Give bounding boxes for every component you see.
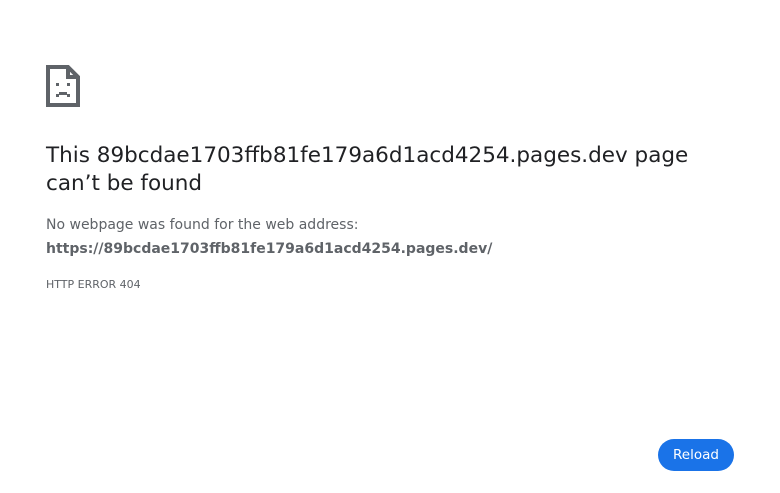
error-description: No webpage was found for the web address… [46,217,359,233]
error-page: This 89bcdae1703ffb81fe179a6d1acd4254.pa… [0,0,780,493]
sad-document-icon [46,65,80,107]
error-heading: This 89bcdae1703ffb81fe179a6d1acd4254.pa… [46,143,689,196]
reload-button[interactable]: Reload [658,439,734,471]
error-url: https://89bcdae1703ffb81fe179a6d1acd4254… [46,241,493,257]
error-code: HTTP ERROR 404 [46,278,141,291]
